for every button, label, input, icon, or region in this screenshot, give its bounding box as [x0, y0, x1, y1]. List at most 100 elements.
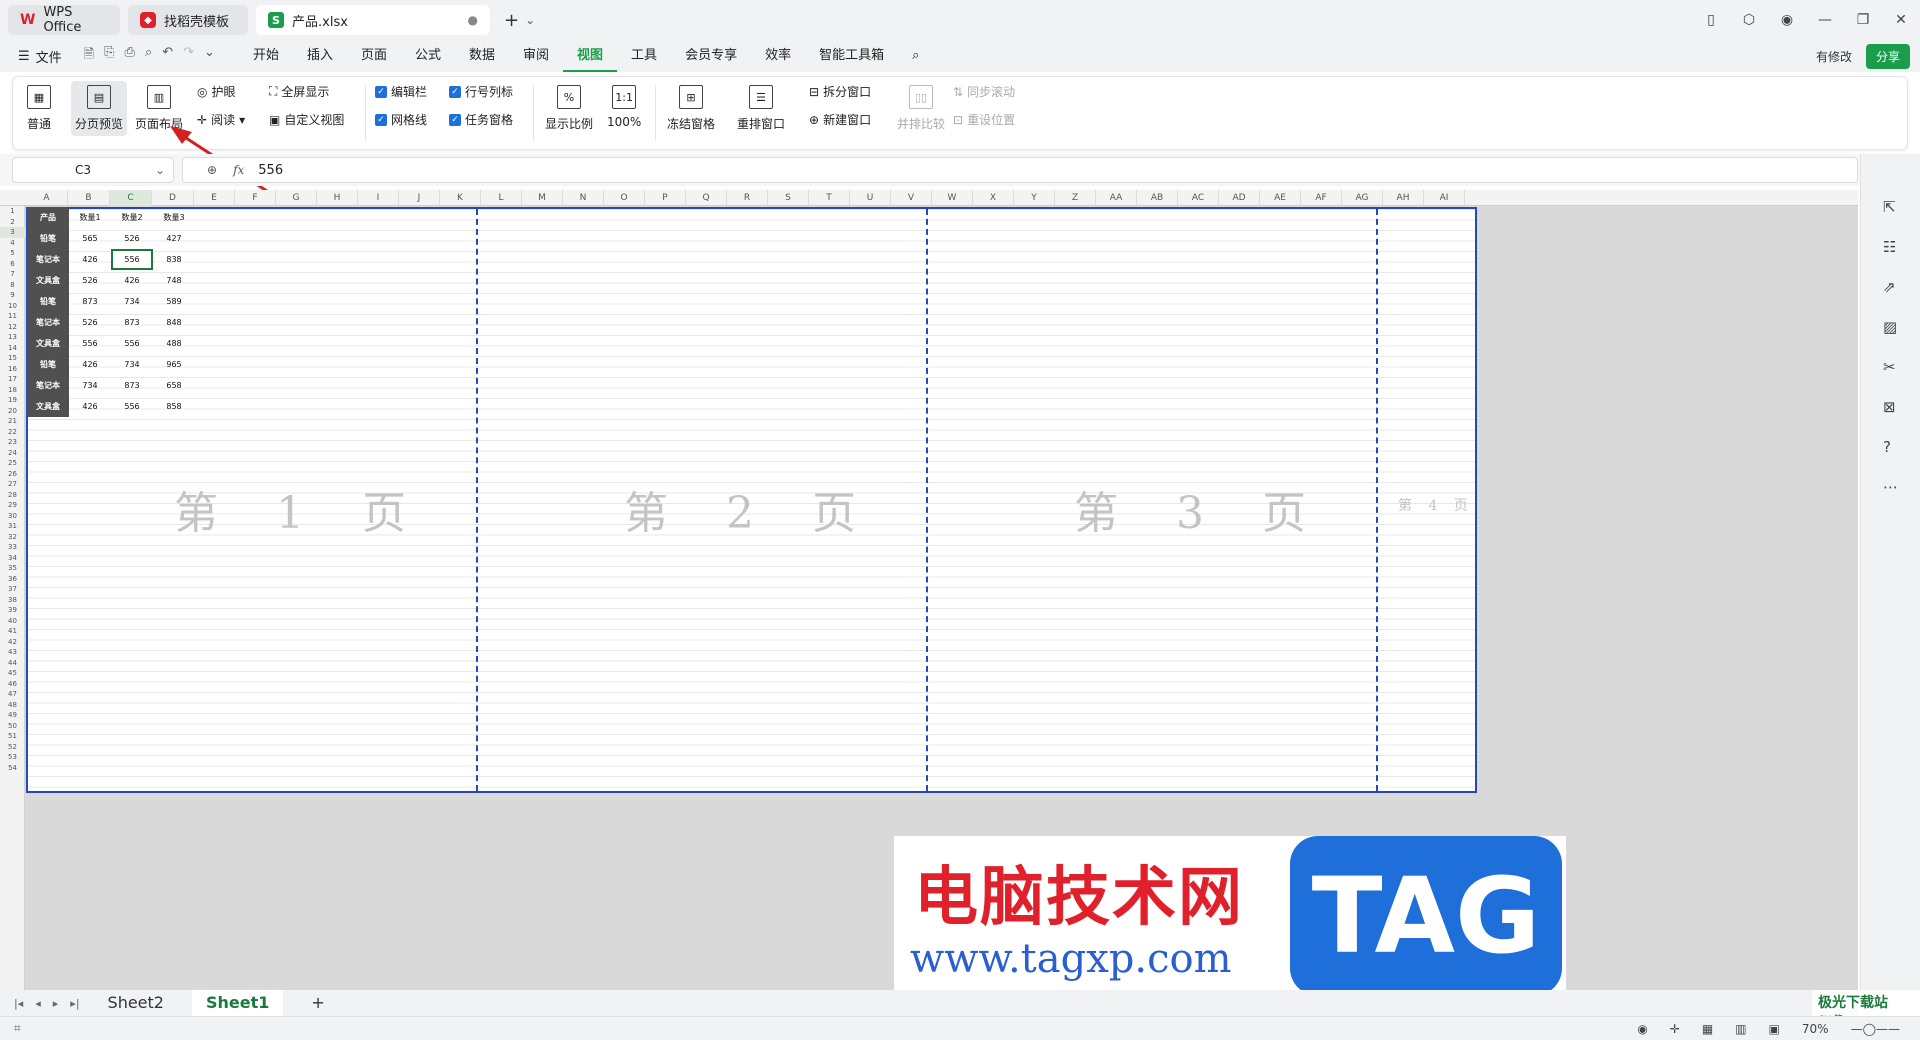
zoom-icon[interactable]: ⊕ — [207, 163, 217, 177]
export-icon[interactable]: ⎘ — [104, 45, 114, 67]
row-header[interactable]: 50 — [0, 721, 25, 732]
tab-review[interactable]: 审阅 — [509, 40, 563, 72]
column-header[interactable]: P — [645, 190, 686, 206]
column-header[interactable]: M — [522, 190, 563, 206]
row-header[interactable]: 4 — [0, 238, 25, 249]
row-header[interactable]: 47 — [0, 689, 25, 700]
help-icon[interactable]: ? — [1883, 438, 1891, 456]
zoom-100-button[interactable]: 1:1 100% — [607, 85, 641, 129]
row-header[interactable]: 25 — [0, 458, 25, 469]
table-cell[interactable]: 565 — [69, 228, 111, 249]
table-cell[interactable]: 556 — [111, 333, 153, 354]
row-header[interactable]: 24 — [0, 448, 25, 459]
row-header[interactable]: 12 — [0, 322, 25, 333]
column-header[interactable]: AD — [1219, 190, 1260, 206]
table-cell[interactable]: 526 — [69, 270, 111, 291]
table-cell[interactable]: 数量1 — [69, 207, 111, 228]
table-cell[interactable]: 笔记本 — [27, 312, 69, 333]
page-break-line[interactable] — [476, 209, 478, 791]
layout-view-icon[interactable]: ▥ — [1735, 1022, 1746, 1036]
full-screen-button[interactable]: ⛶ 全屏显示 — [269, 83, 329, 100]
table-cell[interactable]: 858 — [153, 396, 195, 417]
row-header[interactable]: 10 — [0, 301, 25, 312]
row-header[interactable]: 36 — [0, 574, 25, 585]
column-header[interactable]: S — [768, 190, 809, 206]
column-header[interactable]: X — [973, 190, 1014, 206]
row-col-headers-checkbox[interactable]: ✓ 行号列标 — [449, 83, 513, 100]
column-header[interactable]: W — [932, 190, 973, 206]
minimize-icon[interactable]: — — [1806, 12, 1844, 28]
row-header[interactable]: 2 — [0, 217, 25, 228]
avatar[interactable]: ◉ — [1768, 12, 1806, 28]
table-cell[interactable]: 526 — [69, 312, 111, 333]
tab-home[interactable]: 开始 — [239, 40, 293, 72]
undo-icon[interactable]: ↶ — [162, 45, 173, 67]
row-header[interactable]: 35 — [0, 563, 25, 574]
row-header[interactable]: 53 — [0, 752, 25, 763]
row-header[interactable]: 31 — [0, 521, 25, 532]
row-header[interactable]: 54 — [0, 763, 25, 774]
crosshair-icon[interactable]: ✛ — [1670, 1022, 1680, 1036]
table-cell[interactable]: 556 — [111, 249, 153, 270]
tools-icon[interactable]: ✂ — [1883, 358, 1896, 376]
split-window-button[interactable]: ⊟ 拆分窗口 — [809, 83, 871, 100]
unsaved-dot-icon[interactable]: ● — [468, 13, 478, 27]
row-header[interactable]: 21 — [0, 416, 25, 427]
row-header[interactable]: 28 — [0, 490, 25, 501]
table-cell[interactable]: 426 — [69, 249, 111, 270]
next-sheet-icon[interactable]: ▸ — [53, 997, 59, 1010]
column-header[interactable]: E — [194, 190, 235, 206]
reset-position-button[interactable]: ⊡ 重设位置 — [953, 111, 1015, 128]
row-header[interactable]: 17 — [0, 374, 25, 385]
column-header[interactable]: AH — [1383, 190, 1424, 206]
table-cell[interactable]: 734 — [69, 375, 111, 396]
restore-icon[interactable]: ❐ — [1844, 12, 1882, 28]
row-header[interactable]: 40 — [0, 616, 25, 627]
row-header[interactable]: 41 — [0, 626, 25, 637]
chevron-down-icon[interactable]: ⌄ — [525, 13, 535, 27]
row-header[interactable]: 38 — [0, 595, 25, 606]
table-cell[interactable]: 556 — [69, 333, 111, 354]
column-header[interactable]: J — [399, 190, 440, 206]
row-header[interactable]: 20 — [0, 406, 25, 417]
row-header[interactable]: 16 — [0, 364, 25, 375]
row-header[interactable]: 6 — [0, 259, 25, 270]
column-header[interactable]: N — [563, 190, 604, 206]
save-icon[interactable]: 🗎 — [84, 45, 94, 67]
eye-icon[interactable]: ◉ — [1637, 1022, 1647, 1036]
macro-icon[interactable]: ⌗ — [14, 1021, 21, 1036]
image-icon[interactable]: ▨ — [1883, 318, 1897, 336]
column-header[interactable]: D — [152, 190, 194, 206]
column-header[interactable]: AA — [1096, 190, 1137, 206]
column-header[interactable]: AI — [1424, 190, 1465, 206]
row-header[interactable]: 44 — [0, 658, 25, 669]
column-header[interactable]: K — [440, 190, 481, 206]
fx-icon[interactable]: fx — [233, 163, 244, 177]
row-header[interactable]: 33 — [0, 542, 25, 553]
row-header[interactable]: 27 — [0, 479, 25, 490]
last-sheet-icon[interactable]: ▸| — [70, 997, 79, 1010]
row-header[interactable]: 46 — [0, 679, 25, 690]
layout-icon[interactable]: ▯ — [1692, 12, 1730, 28]
review-icon[interactable]: ⊠ — [1883, 398, 1896, 416]
table-cell[interactable]: 文具盒 — [27, 333, 69, 354]
row-header[interactable]: 8 — [0, 280, 25, 291]
tab-document[interactable]: S 产品.xlsx ● — [256, 5, 490, 35]
first-sheet-icon[interactable]: |◂ — [14, 997, 23, 1010]
page-break-line[interactable] — [926, 209, 928, 791]
table-cell[interactable]: 铅笔 — [27, 354, 69, 375]
row-header[interactable]: 11 — [0, 311, 25, 322]
tab-page[interactable]: 页面 — [347, 40, 401, 72]
row-header[interactable]: 48 — [0, 700, 25, 711]
table-cell[interactable]: 426 — [111, 270, 153, 291]
file-menu[interactable]: ☰ 文件 — [18, 47, 62, 66]
row-header[interactable]: 49 — [0, 710, 25, 721]
row-header[interactable]: 19 — [0, 395, 25, 406]
page-break-preview-button[interactable]: ▤ 分页预览 — [71, 81, 128, 136]
column-header[interactable]: H — [317, 190, 358, 206]
prev-sheet-icon[interactable]: ◂ — [35, 997, 41, 1010]
edit-bar-checkbox[interactable]: ✓ 编辑栏 — [375, 83, 427, 100]
row-header[interactable]: 45 — [0, 668, 25, 679]
more-chevron-icon[interactable]: ⌄ — [204, 45, 215, 67]
tab-efficiency[interactable]: 效率 — [751, 40, 805, 72]
